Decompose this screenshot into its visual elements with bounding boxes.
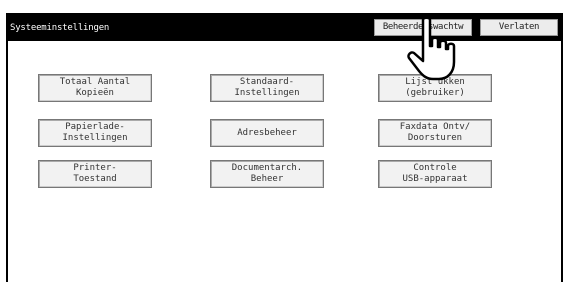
exit-button[interactable]: Verlaten [480,19,558,36]
menu-fax-forward-button[interactable]: Faxdata Ontv/ Doorsturen [378,119,492,147]
menu-usb-device-check-button[interactable]: Controle USB-apparaat [378,160,492,188]
menu-default-settings-button[interactable]: Standaard- Instellingen [210,74,324,102]
menu-address-control-button[interactable]: Adresbeheer [210,119,324,147]
system-settings-screen: Systeeminstellingen Beheerderswachtw Ver… [6,13,563,282]
menu-document-filing-button[interactable]: Documentarch. Beheer [210,160,324,188]
window-title: Systeeminstellingen [10,23,110,33]
menu-printer-condition-button[interactable]: Printer- Toestand [38,160,152,188]
hand-pointer-icon [407,16,456,81]
menu-paper-tray-settings-button[interactable]: Papierlade- Instellingen [38,119,152,147]
title-bar: Systeeminstellingen Beheerderswachtw Ver… [8,15,561,41]
menu-total-copies-button[interactable]: Totaal Aantal Kopieën [38,74,152,102]
